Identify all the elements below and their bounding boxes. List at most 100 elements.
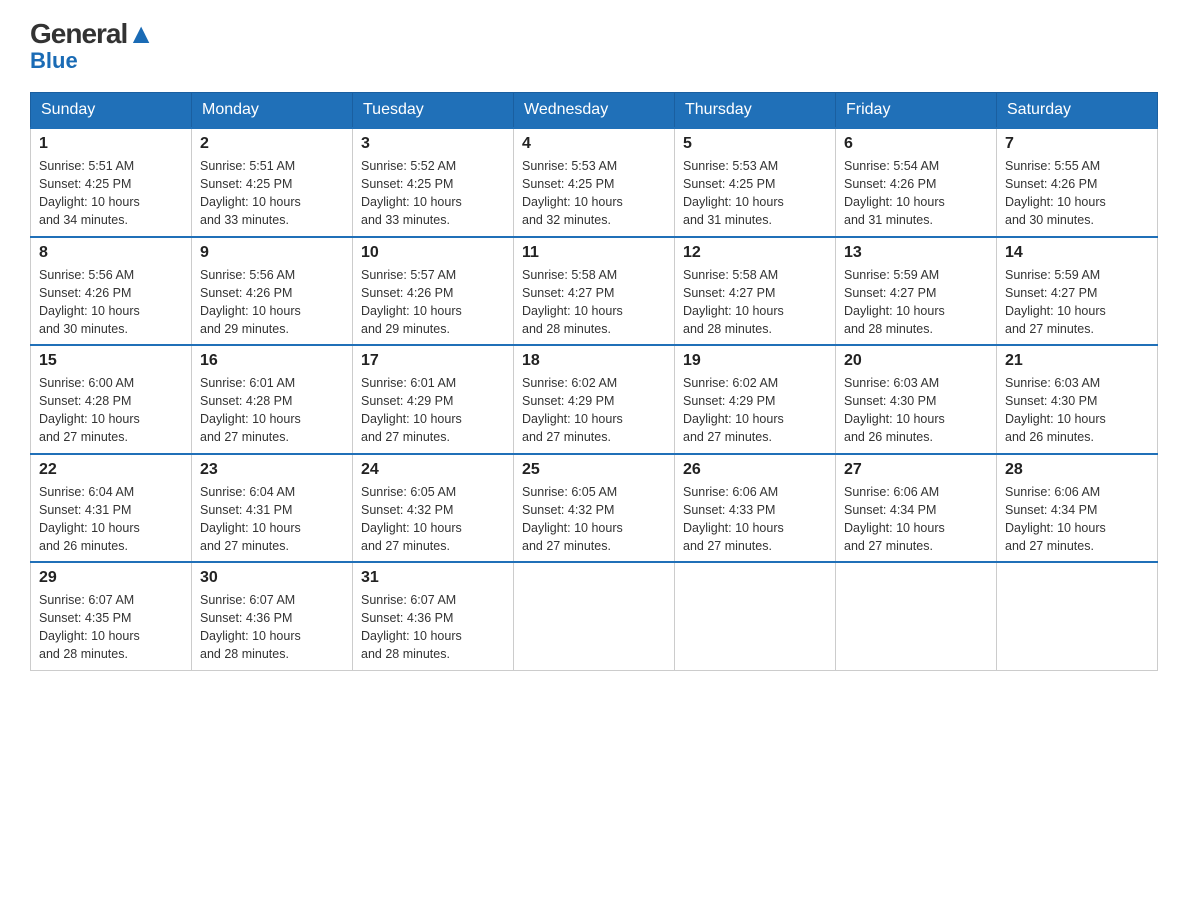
daylight-label: Daylight: 10 hours <box>361 521 462 535</box>
calendar-cell: 19 Sunrise: 6:02 AM Sunset: 4:29 PM Dayl… <box>675 345 836 454</box>
calendar-week-row: 15 Sunrise: 6:00 AM Sunset: 4:28 PM Dayl… <box>31 345 1158 454</box>
day-number: 3 <box>361 135 505 153</box>
daylight-minutes: and 27 minutes. <box>200 430 289 444</box>
daylight-label: Daylight: 10 hours <box>522 304 623 318</box>
day-info: Sunrise: 6:04 AM Sunset: 4:31 PM Dayligh… <box>200 483 344 556</box>
day-info: Sunrise: 5:54 AM Sunset: 4:26 PM Dayligh… <box>844 157 988 230</box>
sunset-label: Sunset: 4:25 PM <box>683 177 775 191</box>
daylight-label: Daylight: 10 hours <box>39 521 140 535</box>
logo-b-letter: ▲ <box>127 18 154 49</box>
daylight-minutes: and 27 minutes. <box>844 539 933 553</box>
daylight-minutes: and 26 minutes. <box>1005 430 1094 444</box>
daylight-label: Daylight: 10 hours <box>683 304 784 318</box>
sunset-label: Sunset: 4:31 PM <box>39 503 131 517</box>
daylight-label: Daylight: 10 hours <box>844 521 945 535</box>
daylight-label: Daylight: 10 hours <box>1005 412 1106 426</box>
day-info: Sunrise: 6:07 AM Sunset: 4:36 PM Dayligh… <box>361 591 505 664</box>
sunrise-label: Sunrise: 5:59 AM <box>1005 268 1100 282</box>
daylight-minutes: and 27 minutes. <box>39 430 128 444</box>
daylight-minutes: and 28 minutes. <box>361 647 450 661</box>
daylight-label: Daylight: 10 hours <box>200 195 301 209</box>
sunset-label: Sunset: 4:26 PM <box>844 177 936 191</box>
sunrise-label: Sunrise: 6:06 AM <box>683 485 778 499</box>
sunrise-label: Sunrise: 6:04 AM <box>39 485 134 499</box>
sunrise-label: Sunrise: 6:07 AM <box>200 593 295 607</box>
page-header: General▲ Blue <box>30 20 1158 72</box>
day-info: Sunrise: 5:52 AM Sunset: 4:25 PM Dayligh… <box>361 157 505 230</box>
day-info: Sunrise: 6:01 AM Sunset: 4:28 PM Dayligh… <box>200 374 344 447</box>
calendar-cell: 14 Sunrise: 5:59 AM Sunset: 4:27 PM Dayl… <box>997 237 1158 346</box>
day-number: 25 <box>522 461 666 479</box>
calendar-cell: 1 Sunrise: 5:51 AM Sunset: 4:25 PM Dayli… <box>31 128 192 237</box>
daylight-minutes: and 27 minutes. <box>522 539 611 553</box>
daylight-minutes: and 27 minutes. <box>361 539 450 553</box>
day-info: Sunrise: 6:01 AM Sunset: 4:29 PM Dayligh… <box>361 374 505 447</box>
sunset-label: Sunset: 4:25 PM <box>361 177 453 191</box>
daylight-label: Daylight: 10 hours <box>361 412 462 426</box>
calendar-cell: 28 Sunrise: 6:06 AM Sunset: 4:34 PM Dayl… <box>997 454 1158 563</box>
sunrise-label: Sunrise: 6:06 AM <box>1005 485 1100 499</box>
calendar-cell: 27 Sunrise: 6:06 AM Sunset: 4:34 PM Dayl… <box>836 454 997 563</box>
sunset-label: Sunset: 4:25 PM <box>200 177 292 191</box>
daylight-minutes: and 29 minutes. <box>361 322 450 336</box>
day-info: Sunrise: 6:03 AM Sunset: 4:30 PM Dayligh… <box>1005 374 1149 447</box>
day-info: Sunrise: 6:06 AM Sunset: 4:34 PM Dayligh… <box>844 483 988 556</box>
calendar-cell <box>997 562 1158 670</box>
calendar-cell: 24 Sunrise: 6:05 AM Sunset: 4:32 PM Dayl… <box>353 454 514 563</box>
daylight-label: Daylight: 10 hours <box>844 412 945 426</box>
logo-general-text: General▲ <box>30 20 154 48</box>
daylight-minutes: and 27 minutes. <box>200 539 289 553</box>
day-info: Sunrise: 6:07 AM Sunset: 4:36 PM Dayligh… <box>200 591 344 664</box>
column-header-tuesday: Tuesday <box>353 93 514 129</box>
sunset-label: Sunset: 4:35 PM <box>39 611 131 625</box>
day-number: 27 <box>844 461 988 479</box>
column-header-sunday: Sunday <box>31 93 192 129</box>
sunset-label: Sunset: 4:32 PM <box>361 503 453 517</box>
daylight-minutes: and 27 minutes. <box>522 430 611 444</box>
sunrise-label: Sunrise: 6:01 AM <box>361 376 456 390</box>
day-number: 19 <box>683 352 827 370</box>
day-number: 8 <box>39 244 183 262</box>
sunrise-label: Sunrise: 6:05 AM <box>522 485 617 499</box>
daylight-minutes: and 27 minutes. <box>1005 539 1094 553</box>
daylight-label: Daylight: 10 hours <box>39 304 140 318</box>
day-number: 10 <box>361 244 505 262</box>
sunrise-label: Sunrise: 6:02 AM <box>683 376 778 390</box>
sunset-label: Sunset: 4:28 PM <box>39 394 131 408</box>
daylight-minutes: and 31 minutes. <box>844 213 933 227</box>
daylight-label: Daylight: 10 hours <box>683 412 784 426</box>
sunset-label: Sunset: 4:26 PM <box>39 286 131 300</box>
day-info: Sunrise: 6:03 AM Sunset: 4:30 PM Dayligh… <box>844 374 988 447</box>
daylight-label: Daylight: 10 hours <box>39 629 140 643</box>
sunset-label: Sunset: 4:26 PM <box>1005 177 1097 191</box>
day-number: 5 <box>683 135 827 153</box>
daylight-label: Daylight: 10 hours <box>1005 195 1106 209</box>
daylight-minutes: and 27 minutes. <box>1005 322 1094 336</box>
day-info: Sunrise: 5:53 AM Sunset: 4:25 PM Dayligh… <box>683 157 827 230</box>
sunset-label: Sunset: 4:36 PM <box>200 611 292 625</box>
sunset-label: Sunset: 4:27 PM <box>683 286 775 300</box>
daylight-minutes: and 26 minutes. <box>39 539 128 553</box>
day-number: 17 <box>361 352 505 370</box>
day-number: 20 <box>844 352 988 370</box>
daylight-label: Daylight: 10 hours <box>844 195 945 209</box>
day-number: 12 <box>683 244 827 262</box>
day-number: 31 <box>361 569 505 587</box>
calendar-cell: 2 Sunrise: 5:51 AM Sunset: 4:25 PM Dayli… <box>192 128 353 237</box>
sunrise-label: Sunrise: 6:03 AM <box>1005 376 1100 390</box>
daylight-minutes: and 32 minutes. <box>522 213 611 227</box>
daylight-label: Daylight: 10 hours <box>1005 521 1106 535</box>
daylight-minutes: and 31 minutes. <box>683 213 772 227</box>
day-number: 13 <box>844 244 988 262</box>
sunrise-label: Sunrise: 5:53 AM <box>522 159 617 173</box>
day-number: 14 <box>1005 244 1149 262</box>
sunset-label: Sunset: 4:30 PM <box>1005 394 1097 408</box>
sunset-label: Sunset: 4:27 PM <box>1005 286 1097 300</box>
day-number: 2 <box>200 135 344 153</box>
day-number: 6 <box>844 135 988 153</box>
calendar-cell: 11 Sunrise: 5:58 AM Sunset: 4:27 PM Dayl… <box>514 237 675 346</box>
day-number: 1 <box>39 135 183 153</box>
sunrise-label: Sunrise: 6:06 AM <box>844 485 939 499</box>
sunrise-label: Sunrise: 5:52 AM <box>361 159 456 173</box>
day-info: Sunrise: 6:02 AM Sunset: 4:29 PM Dayligh… <box>683 374 827 447</box>
